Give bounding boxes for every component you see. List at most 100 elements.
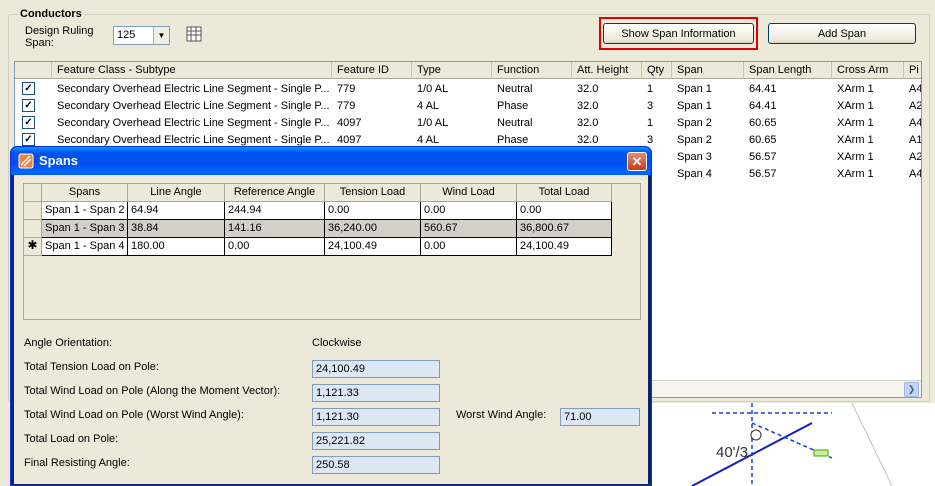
grid-cell[interactable]: Span 1 - Span 2 [42,202,128,220]
column-function[interactable]: Function [492,62,572,79]
cell-att-height: 32.0 [577,100,599,112]
cell-feature-id: 779 [337,83,356,95]
row-checkbox[interactable]: ✓ [22,133,35,146]
total-load-field: 25,221.82 [312,432,440,450]
grid-cell[interactable]: 244.94 [225,202,325,220]
cell-feature-id: 4097 [337,117,362,129]
column-att-height[interactable]: Att. Height [572,62,642,79]
cell-cross-arm: XArm 1 [837,117,874,129]
table-row[interactable]: ✓ Secondary Overhead Electric Line Segme… [15,80,922,97]
cell-pi: A4 [909,83,922,95]
map-canvas[interactable] [652,403,935,486]
row-header[interactable] [24,202,42,220]
grid-cell[interactable]: 0.00 [421,238,517,256]
grid-col-wind-load[interactable]: Wind Load [421,184,517,202]
cell-pi: A1 [909,134,922,146]
column-span-length[interactable]: Span Length [744,62,832,79]
cell-span-length: 56.57 [749,151,777,163]
grid-cell[interactable]: 0.00 [325,202,421,220]
row-checkbox[interactable]: ✓ [22,82,35,95]
cell-span-length: 60.65 [749,117,777,129]
design-ruling-span-select[interactable]: 125 ▼ [113,26,170,45]
worst-wind-angle-field: 71.00 [560,408,640,426]
cell-qty: 1 [647,117,654,129]
grid-cell[interactable]: 36,240.00 [325,220,421,238]
add-span-button[interactable]: Add Span [768,23,916,44]
grid-corner [24,184,42,202]
cell-att-height: 32.0 [577,117,599,129]
grid-col-spans[interactable]: Spans [42,184,128,202]
row-checkbox[interactable]: ✓ [22,99,35,112]
column-span[interactable]: Span [672,62,744,79]
grid-cell[interactable]: 0.00 [421,202,517,220]
row-checkbox[interactable]: ✓ [22,116,35,129]
grid-col-line-angle[interactable]: Line Angle [128,184,225,202]
cell-cross-arm: XArm 1 [837,83,874,95]
cell-span: Span 1 [677,100,712,112]
spans-dialog-body: Spans Line Angle Reference Angle Tension… [14,175,648,484]
column-qty[interactable]: Qty [642,62,672,79]
column-feature-class[interactable]: Feature Class - Subtype [52,62,332,79]
cell-cross-arm: XArm 1 [837,168,874,180]
grid-cell[interactable]: 64.94 [128,202,225,220]
grid-col-total-load[interactable]: Total Load [517,184,612,202]
grid-cell[interactable]: Span 1 - Span 3 [42,220,128,238]
grid-cell[interactable]: 180.00 [128,238,225,256]
cell-pi: A2 [909,100,922,112]
cell-feature-class: Secondary Overhead Electric Line Segment… [57,83,330,95]
map-drawing [691,403,893,486]
column-pi[interactable]: Pi [904,62,921,79]
column-cross-arm[interactable]: Cross Arm [832,62,904,79]
final-resisting-label: Final Resisting Angle: [24,457,130,469]
design-ruling-span-label: Design Ruling Span: [25,25,94,49]
grid-cell[interactable]: 24,100.49 [517,238,612,256]
chevron-down-icon[interactable]: ▼ [153,27,169,44]
column-type[interactable]: Type [412,62,492,79]
header-check-column[interactable] [15,62,52,79]
total-tension-label: Total Tension Load on Pole: [24,361,159,373]
chevron-right-icon[interactable]: ❯ [904,382,919,397]
app-icon [18,153,34,169]
total-wind-worst-label: Total Wind Load on Pole (Worst Wind Angl… [24,409,244,421]
grid-cell[interactable]: 0.00 [517,202,612,220]
list-header: Feature Class - Subtype Feature ID Type … [15,62,921,79]
cell-cross-arm: XArm 1 [837,151,874,163]
grid-cell[interactable]: 36,800.67 [517,220,612,238]
grid-cell[interactable]: 0.00 [225,238,325,256]
angle-orientation-value: Clockwise [312,337,362,349]
grid-col-tension-load[interactable]: Tension Load [325,184,421,202]
spans-title: Spans [39,153,79,168]
total-tension-field: 24,100.49 [312,360,440,378]
cell-pi: A4 [909,168,922,180]
cell-pi: A2 [909,151,922,163]
table-grid-icon[interactable] [186,26,202,42]
cell-qty: 3 [647,100,654,112]
spans-title-bar[interactable]: Spans ✕ [11,147,651,175]
design-ruling-span-value: 125 [117,29,136,41]
cell-cross-arm: XArm 1 [837,134,874,146]
close-icon[interactable]: ✕ [627,152,647,171]
grid-col-reference-angle[interactable]: Reference Angle [225,184,325,202]
spans-dialog: Spans ✕ Spans Line Angle Reference Angle… [10,146,652,486]
table-row[interactable]: ✓ Secondary Overhead Electric Line Segme… [15,97,922,114]
map-pole-label: 40'/3 [716,444,749,461]
spans-grid[interactable]: Spans Line Angle Reference Angle Tension… [23,183,641,320]
row-header[interactable] [24,220,42,238]
grid-cell[interactable]: 560.67 [421,220,517,238]
grid-cell[interactable]: 141.16 [225,220,325,238]
cell-qty: 1 [647,83,654,95]
new-row-marker[interactable]: ✱ [24,238,42,256]
final-resisting-field: 250.58 [312,456,440,474]
grid-cell[interactable]: Span 1 - Span 4 [42,238,128,256]
cell-function: Phase [497,100,529,112]
cell-type: 4 AL [417,100,440,112]
grid-cell[interactable]: 38.84 [128,220,225,238]
column-feature-id[interactable]: Feature ID [332,62,412,79]
total-wind-worst-field: 1,121.30 [312,408,440,426]
total-wind-moment-label: Total Wind Load on Pole (Along the Momen… [24,385,281,397]
cell-span: Span 3 [677,151,712,163]
cell-span: Span 2 [677,134,712,146]
table-row[interactable]: ✓ Secondary Overhead Electric Line Segme… [15,114,921,131]
show-span-information-button[interactable]: Show Span Information [603,23,754,44]
grid-cell[interactable]: 24,100.49 [325,238,421,256]
